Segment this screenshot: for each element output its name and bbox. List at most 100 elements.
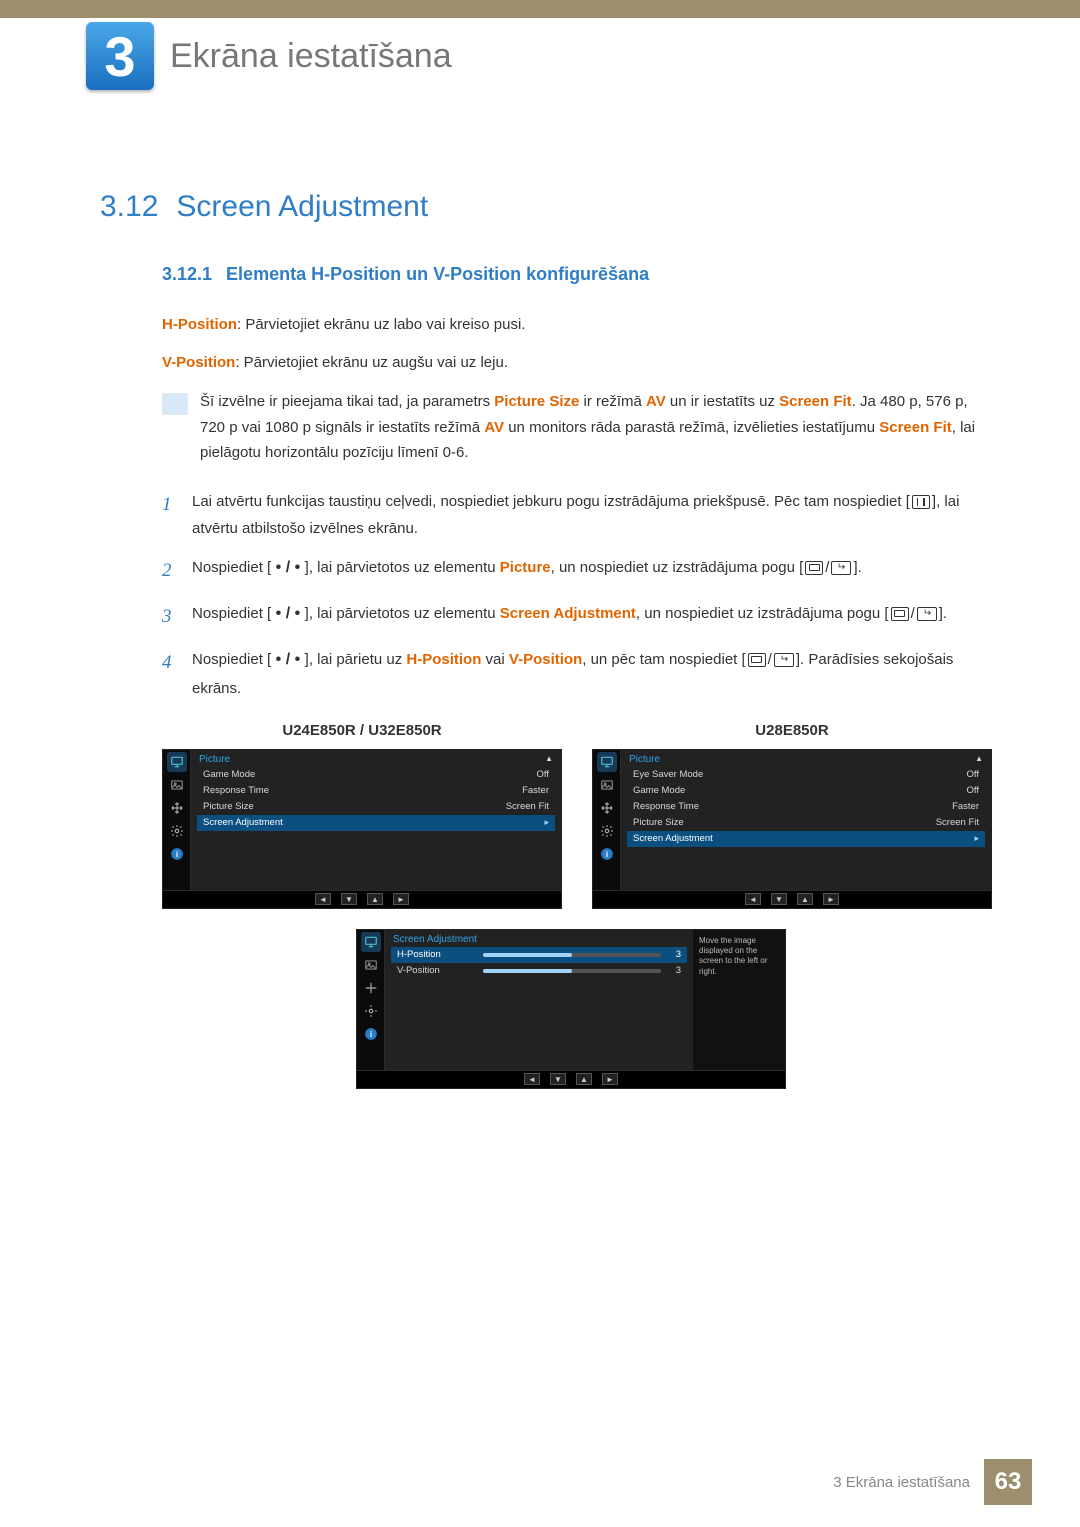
osd-item-value: ▸ [974, 833, 979, 844]
osd-item-label: Picture Size [633, 817, 684, 828]
osd-title: Picture [199, 754, 230, 765]
select-icon [805, 561, 823, 575]
osd-item-label: V-Position [397, 965, 477, 976]
osd-row: Picture Size Screen Fit [627, 815, 985, 831]
menu-icon [912, 495, 930, 509]
monitor-icon [597, 752, 617, 772]
picture-icon [597, 775, 617, 795]
osd-screenshot-center: i Screen Adjustment H-Position 3V-Positi… [162, 929, 980, 1089]
monitor-icon [167, 752, 187, 772]
note-text: Šī izvēlne ir pieejama tikai tad, ja par… [200, 389, 980, 466]
nav-right-icon: ► [823, 893, 839, 905]
nav-down-icon: ▼ [771, 893, 787, 905]
svg-text:i: i [369, 1030, 371, 1039]
step-number: 3 [162, 600, 178, 634]
osd-row: Picture Size Screen Fit [197, 799, 555, 815]
nav-left-icon: ◄ [745, 893, 761, 905]
enter-icon [917, 607, 937, 621]
osd-list: Game Mode OffResponse Time FasterPicture… [191, 767, 561, 837]
subsection-title: Elementa H-Position un V-Position konfig… [226, 264, 649, 285]
osd-item-label: Eye Saver Mode [633, 769, 703, 780]
osd-item-value: Off [967, 769, 980, 780]
step-number: 1 [162, 488, 178, 542]
scroll-up-icon: ▲ [975, 754, 983, 765]
info-icon: i [167, 844, 187, 864]
osd-item-value: Faster [952, 801, 979, 812]
svg-text:i: i [175, 850, 177, 859]
nav-up-icon: ▲ [797, 893, 813, 905]
osd-item-label: Picture Size [203, 801, 254, 812]
osd-item-value: Screen Fit [506, 801, 549, 812]
osd-item-label: Game Mode [633, 785, 685, 796]
osd-slider-row: H-Position 3 [391, 947, 687, 963]
hposition-description: H-Position: Pārvietojiet ekrānu uz labo … [162, 313, 980, 337]
osd-item-value: 3 [667, 965, 681, 976]
osd-item-value: Faster [522, 785, 549, 796]
top-color-bar [0, 0, 1080, 18]
picture-icon [361, 955, 381, 975]
note-icon [162, 393, 188, 415]
step-4: 4 Nospiediet [ • / • ], lai pārietu uz H… [162, 646, 980, 702]
step-1: 1 Lai atvērtu funkcijas taustiņu ceļvedi… [162, 488, 980, 542]
scroll-up-icon: ▲ [545, 754, 553, 765]
enter-icon [774, 653, 794, 667]
osd-nav-bar: ◄ ▼ ▲ ► [593, 890, 991, 908]
nav-down-icon: ▼ [341, 893, 357, 905]
osd-nav-bar: ◄ ▼ ▲ ► [163, 890, 561, 908]
osd-row: Response Time Faster [627, 799, 985, 815]
osd-title: Screen Adjustment [393, 934, 477, 945]
chapter-title: Ekrāna iestatīšana [170, 37, 452, 76]
osd-row: Screen Adjustment ▸ [627, 831, 985, 847]
osd-list: H-Position 3V-Position 3 [385, 947, 693, 985]
section-heading: 3.12 Screen Adjustment [100, 190, 980, 224]
osd-screenshots-row: U24E850R / U32E850R i Picture ▲ Game Mode… [162, 722, 980, 909]
picture-icon [167, 775, 187, 795]
select-icon [748, 653, 766, 667]
step-2: 2 Nospiediet [ • / • ], lai pārvietotos … [162, 554, 980, 588]
nav-up-icon: ▲ [576, 1073, 592, 1085]
nav-right-icon: ► [393, 893, 409, 905]
gear-icon [597, 821, 617, 841]
osd-row: Response Time Faster [197, 783, 555, 799]
osd-item-value: Off [967, 785, 980, 796]
move-icon [167, 798, 187, 818]
nav-left-icon: ◄ [524, 1073, 540, 1085]
osd-row: Eye Saver Mode Off [627, 767, 985, 783]
osd-row: Game Mode Off [627, 783, 985, 799]
osd-help-panel: Move the image displayed on the screen t… [693, 930, 785, 1070]
page-header: 3 Ekrāna iestatīšana [0, 22, 1080, 90]
osd-slider [483, 953, 661, 957]
vposition-description: V-Position: Pārvietojiet ekrānu uz augšu… [162, 351, 980, 375]
osd-left-label: U24E850R / U32E850R [162, 722, 562, 739]
osd-menu-right: i Picture▲ Eye Saver Mode OffGame Mode O… [592, 749, 992, 909]
gear-icon [167, 821, 187, 841]
step-number: 2 [162, 554, 178, 588]
enter-icon [831, 561, 851, 575]
osd-sidebar: i [357, 930, 385, 1070]
osd-sidebar: i [163, 750, 191, 890]
osd-slider-row: V-Position 3 [391, 963, 687, 979]
osd-slider [483, 969, 661, 973]
info-icon: i [597, 844, 617, 864]
subsection-number: 3.12.1 [162, 264, 212, 285]
osd-menu-left: i Picture▲ Game Mode OffResponse Time Fa… [162, 749, 562, 909]
page-number: 63 [984, 1459, 1032, 1505]
hposition-label: H-Position [162, 316, 237, 333]
osd-row: Game Mode Off [197, 767, 555, 783]
step-number: 4 [162, 646, 178, 702]
nav-down-icon: ▼ [550, 1073, 566, 1085]
svg-text:i: i [605, 850, 607, 859]
step-3: 3 Nospiediet [ • / • ], lai pārvietotos … [162, 600, 980, 634]
hposition-text: : Pārvietojiet ekrānu uz labo vai kreiso… [237, 316, 525, 333]
osd-item-value: Off [537, 769, 550, 780]
info-icon: i [361, 1024, 381, 1044]
osd-item-label: Game Mode [203, 769, 255, 780]
subsection-heading: 3.12.1 Elementa H-Position un V-Position… [162, 264, 980, 285]
select-icon [891, 607, 909, 621]
osd-list: Eye Saver Mode OffGame Mode OffResponse … [621, 767, 991, 853]
osd-item-label: Response Time [633, 801, 699, 812]
osd-item-value: 3 [667, 949, 681, 960]
gear-icon [361, 1001, 381, 1021]
steps-list: 1 Lai atvērtu funkcijas taustiņu ceļvedi… [162, 488, 980, 702]
osd-item-label: H-Position [397, 949, 477, 960]
